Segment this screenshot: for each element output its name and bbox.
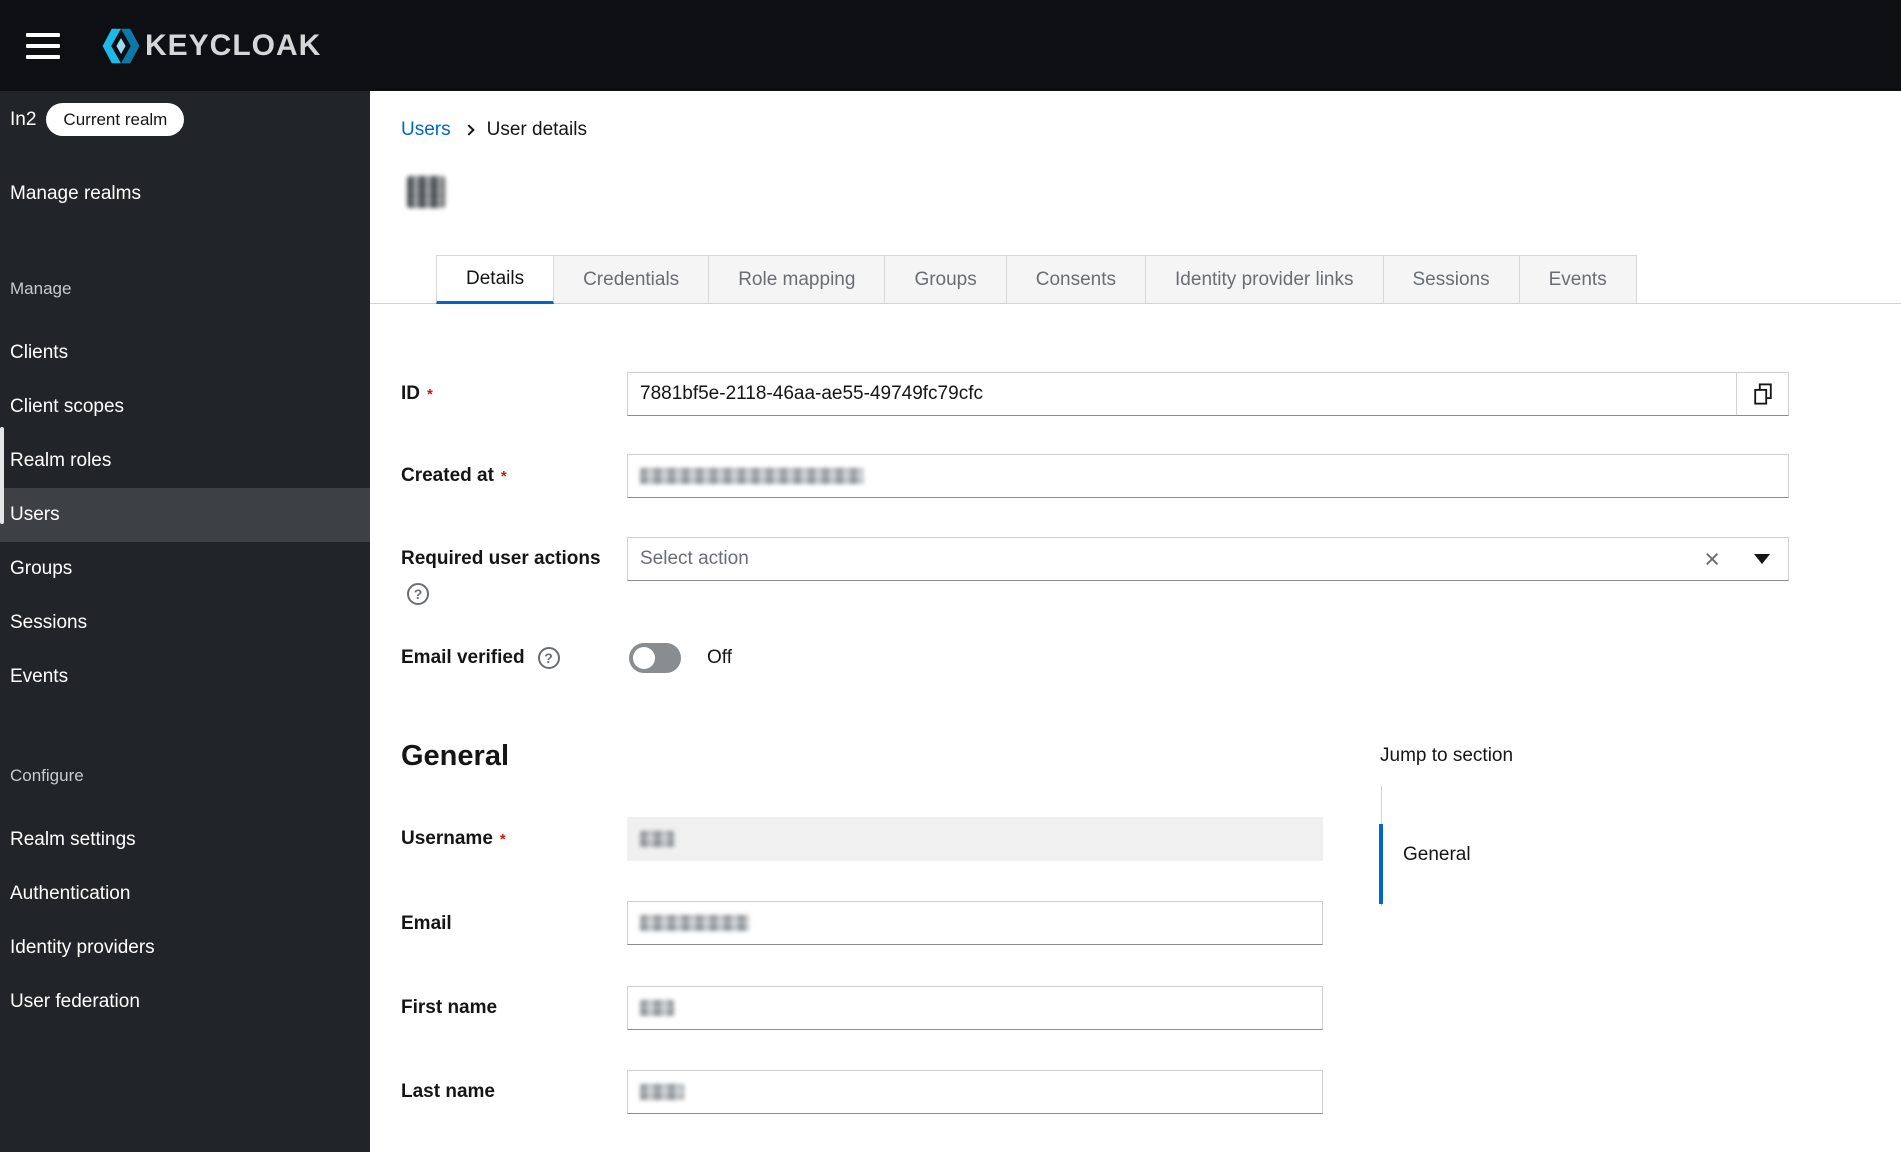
last-name-value-redacted — [640, 1084, 684, 1100]
select-placeholder: Select action — [640, 548, 749, 569]
masthead: KEYCLOAK — [0, 0, 1901, 91]
user-details-tabs: Details Credentials Role mapping Groups … — [370, 255, 1901, 304]
nav-toggle-button[interactable] — [26, 30, 66, 62]
keycloak-brand-link[interactable]: KEYCLOAK — [98, 23, 321, 69]
breadcrumb-chevron-icon — [462, 124, 475, 136]
sidebar-group-configure: Realm settings Authentication Identity p… — [0, 813, 370, 1029]
user-details-page: Users User details Details Credentials R… — [370, 91, 1901, 1152]
username-input — [627, 817, 1323, 861]
sidebar-item-user-federation[interactable]: User federation — [0, 975, 370, 1029]
required-user-actions-label: Required user actions — [401, 548, 601, 569]
tab-role-mapping[interactable]: Role mapping — [708, 255, 886, 303]
created-at-label: Created at * — [401, 465, 507, 486]
sidebar-item-realm-roles[interactable]: Realm roles — [0, 434, 370, 488]
tab-sessions[interactable]: Sessions — [1382, 255, 1520, 303]
sidebar-item-sessions[interactable]: Sessions — [0, 596, 370, 650]
realm-name: In2 — [10, 108, 37, 130]
copy-id-button[interactable] — [1736, 373, 1788, 415]
keycloak-logo-icon — [98, 23, 144, 69]
sidebar-group-label-manage: Manage — [10, 279, 72, 298]
jump-to-section-title: Jump to section — [1380, 745, 1514, 766]
tab-events[interactable]: Events — [1518, 255, 1637, 303]
first-name-label: First name — [401, 997, 498, 1018]
copy-icon — [1752, 382, 1774, 406]
required-asterisk: * — [427, 386, 433, 403]
sidebar-item-client-scopes[interactable]: Client scopes — [0, 380, 370, 434]
email-verified-toggle[interactable] — [629, 643, 681, 673]
breadcrumb-current: User details — [486, 119, 587, 140]
required-asterisk: * — [499, 831, 506, 848]
tab-groups[interactable]: Groups — [884, 255, 1007, 303]
sidebar-item-authentication[interactable]: Authentication — [0, 867, 370, 921]
sidebar-group-manage: Clients Client scopes Realm roles Users … — [0, 326, 370, 704]
sidebar-group-label-configure: Configure — [10, 766, 84, 785]
required-user-actions-select[interactable]: Select action × — [627, 537, 1789, 581]
sidebar-item-clients[interactable]: Clients — [0, 326, 370, 380]
sidebar-item-events[interactable]: Events — [0, 650, 370, 704]
breadcrumb-users-link[interactable]: Users — [401, 119, 451, 141]
last-name-label: Last name — [401, 1081, 495, 1102]
sidebar-item-groups[interactable]: Groups — [0, 542, 370, 596]
sidebar-item-users[interactable]: Users — [0, 488, 370, 542]
created-at-input[interactable] — [627, 454, 1789, 498]
username-value-redacted — [640, 831, 674, 847]
id-input[interactable] — [628, 373, 1736, 415]
jump-active-indicator — [1379, 824, 1383, 904]
chevron-down-icon[interactable] — [1754, 554, 1770, 564]
sidebar-item-realm-settings[interactable]: Realm settings — [0, 813, 370, 867]
required-user-actions-help-icon[interactable]: ? — [407, 583, 429, 605]
required-asterisk: * — [500, 468, 507, 485]
id-label: ID * — [401, 383, 433, 404]
email-value-redacted — [640, 915, 749, 931]
current-realm-badge: Current realm — [46, 103, 185, 136]
email-verified-state: Off — [707, 647, 732, 668]
created-at-value-redacted — [640, 468, 864, 484]
clear-selection-icon[interactable]: × — [1700, 545, 1724, 573]
last-name-input[interactable] — [627, 1070, 1323, 1114]
username-title-redacted — [407, 176, 445, 208]
username-label: Username * — [401, 828, 506, 849]
breadcrumb: Users User details — [401, 119, 587, 141]
tab-credentials[interactable]: Credentials — [553, 255, 710, 303]
email-input[interactable] — [627, 901, 1323, 945]
email-label: Email — [401, 913, 452, 934]
realm-row: In2 Current realm — [10, 103, 185, 136]
email-verified-label: Email verified ? — [401, 647, 560, 669]
tab-consents[interactable]: Consents — [1005, 255, 1147, 303]
brand-wordmark: KEYCLOAK — [145, 28, 322, 62]
jump-item-general[interactable]: General — [1403, 844, 1471, 866]
sidebar-nav: In2 Current realm Manage realms Manage C… — [0, 91, 370, 1152]
toggle-knob — [633, 647, 655, 669]
sidebar-item-manage-realms[interactable]: Manage realms — [0, 175, 370, 213]
general-section-heading: General — [401, 740, 509, 772]
tab-identity-provider-links[interactable]: Identity provider links — [1145, 255, 1384, 303]
tab-details[interactable]: Details — [436, 255, 555, 304]
sidebar-scrollbar-thumb[interactable] — [0, 427, 4, 524]
id-field-group — [627, 372, 1789, 416]
email-verified-help-icon[interactable]: ? — [537, 647, 560, 669]
first-name-value-redacted — [640, 1000, 674, 1016]
sidebar-item-identity-providers[interactable]: Identity providers — [0, 921, 370, 975]
first-name-input[interactable] — [627, 986, 1323, 1030]
